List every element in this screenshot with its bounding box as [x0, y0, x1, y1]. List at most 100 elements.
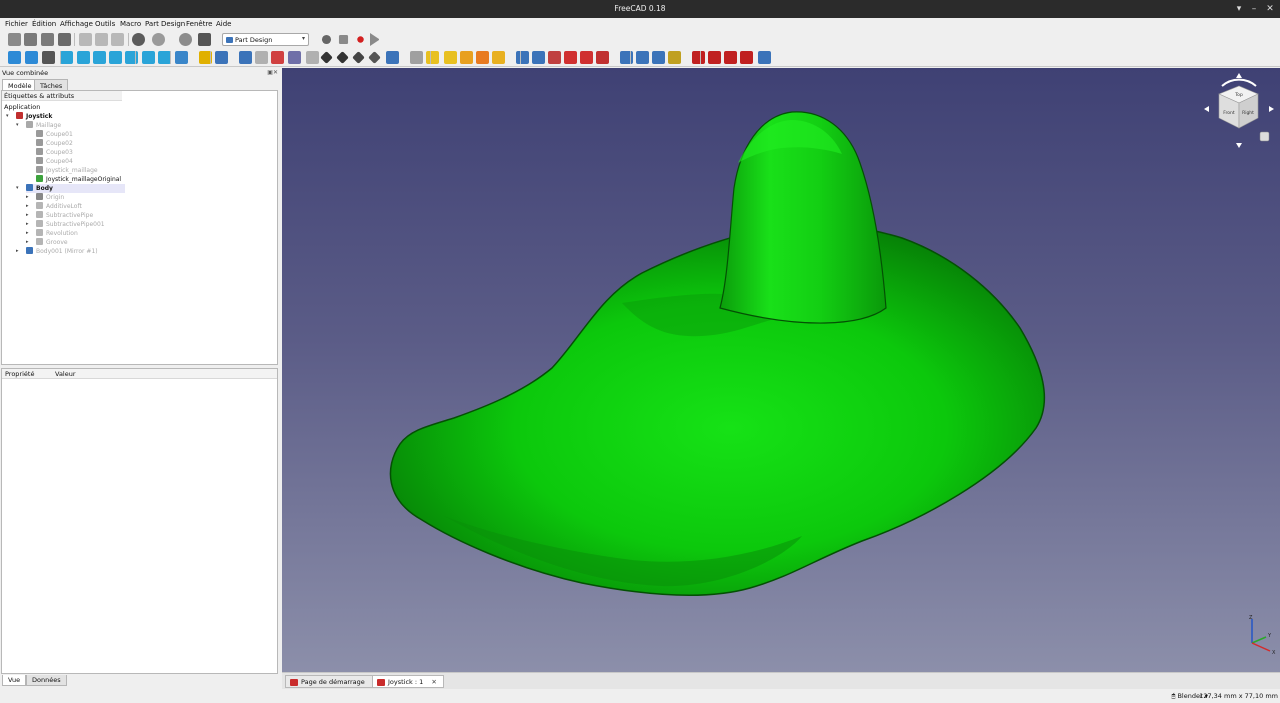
tree-expander-icon[interactable]: ▸ — [26, 193, 29, 202]
bottom-view-icon[interactable] — [142, 51, 155, 64]
cut-icon[interactable] — [79, 33, 92, 46]
rear-view-icon[interactable] — [125, 51, 138, 64]
chamfer-icon[interactable] — [708, 51, 721, 64]
groove-icon[interactable] — [548, 51, 561, 64]
tree-expander-icon[interactable]: ▸ — [26, 211, 29, 220]
isometric-view-icon[interactable] — [60, 51, 73, 64]
nav-up-arrow-icon[interactable] — [1236, 73, 1242, 78]
map-sketch-icon[interactable] — [271, 51, 284, 64]
fit-all-icon[interactable] — [8, 51, 21, 64]
tree-item[interactable]: SubtractivePipe001 — [36, 220, 105, 229]
datum-point-icon[interactable] — [320, 51, 333, 64]
tree-item[interactable]: Revolution — [36, 229, 78, 238]
menu-macro[interactable]: Macro — [120, 20, 141, 28]
tree-item[interactable]: SubtractivePipe — [36, 211, 93, 220]
subtractive-loft-icon[interactable] — [564, 51, 577, 64]
tree-expander-icon[interactable]: ▸ — [26, 238, 29, 247]
nav-left-arrow-icon[interactable] — [1204, 106, 1209, 112]
run-macro-icon[interactable] — [370, 33, 379, 46]
save-icon[interactable] — [41, 33, 54, 46]
tree-item[interactable]: Maillage — [26, 121, 61, 130]
panel-float-close-icon[interactable]: ▣✕ — [267, 69, 278, 76]
tree-item[interactable]: Joystick — [16, 112, 52, 121]
view-menu-icon[interactable] — [1259, 131, 1270, 142]
minimize-button[interactable]: – — [1248, 3, 1260, 15]
shape-binder-icon[interactable] — [386, 51, 399, 64]
joystick-mesh-model[interactable] — [389, 111, 1046, 597]
revolution-icon[interactable] — [444, 51, 457, 64]
refresh-icon[interactable] — [179, 33, 192, 46]
subtractive-pipe-icon[interactable] — [580, 51, 593, 64]
stop-macro-icon[interactable] — [338, 34, 349, 45]
hole-icon[interactable] — [532, 51, 545, 64]
tree-expander-icon[interactable]: ▸ — [16, 247, 19, 256]
right-view-icon[interactable] — [109, 51, 122, 64]
rotate-arc[interactable] — [1221, 78, 1257, 87]
validate-sketch-icon[interactable] — [288, 51, 301, 64]
3d-viewport[interactable]: Top Front Right Z Y X — [282, 68, 1280, 672]
macro-editor-icon[interactable] — [357, 36, 364, 43]
polar-pattern-icon[interactable] — [652, 51, 665, 64]
subtractive-primitive-icon[interactable] — [596, 51, 609, 64]
pocket-icon[interactable] — [516, 51, 529, 64]
tree-item[interactable]: Groove — [36, 238, 68, 247]
draw-style-icon[interactable] — [42, 51, 55, 64]
measure-icon[interactable] — [175, 51, 188, 64]
pad-icon[interactable] — [426, 51, 439, 64]
tree-expander-icon[interactable]: ▸ — [26, 202, 29, 211]
additive-primitive-icon[interactable] — [492, 51, 505, 64]
additive-loft-icon[interactable] — [460, 51, 473, 64]
front-view-icon[interactable] — [77, 51, 90, 64]
subshape-binder-icon[interactable] — [410, 51, 423, 64]
tree-item[interactable]: Joystick_maillageOriginal — [36, 175, 121, 184]
open-file-icon[interactable] — [24, 33, 37, 46]
tree-item[interactable]: Body — [26, 184, 125, 193]
property-column-header[interactable]: Propriété — [5, 370, 34, 378]
tree-item[interactable]: Body001 (Mirror #1) — [26, 247, 98, 256]
nav-down-arrow-icon[interactable] — [1236, 143, 1242, 148]
navigation-cube[interactable]: Top Front Right — [1200, 70, 1278, 148]
menu-fenetre[interactable]: Fenêtre — [186, 20, 212, 28]
tab-donnees[interactable]: Données — [26, 675, 67, 686]
value-column-header[interactable]: Valeur — [55, 370, 76, 378]
nav-right-arrow-icon[interactable] — [1269, 106, 1274, 112]
menu-fichier[interactable]: Fichier — [5, 20, 28, 28]
fit-selection-icon[interactable] — [25, 51, 38, 64]
tree-expander-icon[interactable]: ▸ — [26, 220, 29, 229]
menu-part-design[interactable]: Part Design — [145, 20, 185, 28]
tree-expander-icon[interactable]: ▾ — [16, 121, 19, 130]
thickness-icon[interactable] — [740, 51, 753, 64]
boolean-icon[interactable] — [758, 51, 771, 64]
local-cs-icon[interactable] — [368, 51, 381, 64]
tab-modele[interactable]: Modèle — [2, 79, 38, 90]
datum-plane-icon[interactable] — [352, 51, 365, 64]
mirrored-icon[interactable] — [620, 51, 633, 64]
print-icon[interactable] — [58, 33, 71, 46]
tree-item[interactable]: Origin — [36, 193, 64, 202]
whats-this-icon[interactable] — [198, 33, 211, 46]
tree-item[interactable]: Coupe01 — [36, 130, 73, 139]
group-icon[interactable] — [215, 51, 228, 64]
tab-vue[interactable]: Vue — [2, 675, 27, 686]
sketch-icon[interactable] — [255, 51, 268, 64]
new-file-icon[interactable] — [8, 33, 21, 46]
tree-item[interactable]: AdditiveLoft — [36, 202, 82, 211]
close-icon[interactable]: ✕ — [431, 678, 436, 686]
workbench-selector[interactable]: Part Design ▾ — [222, 33, 309, 46]
linear-pattern-icon[interactable] — [636, 51, 649, 64]
tab-joystick[interactable]: Joystick : 1 ✕ — [372, 675, 444, 688]
tree-expander-icon[interactable]: ▸ — [26, 229, 29, 238]
top-view-icon[interactable] — [93, 51, 106, 64]
draft-icon[interactable] — [724, 51, 737, 64]
tree-expander-icon[interactable]: ▾ — [16, 184, 19, 193]
tab-taches[interactable]: Tâches — [34, 79, 69, 90]
body-icon[interactable] — [239, 51, 252, 64]
multitransform-icon[interactable] — [668, 51, 681, 64]
additive-pipe-icon[interactable] — [476, 51, 489, 64]
menu-affichage[interactable]: Affichage — [60, 20, 93, 28]
tree-item[interactable]: Coupe02 — [36, 139, 73, 148]
tree-item[interactable]: Joystick_maillage — [36, 166, 98, 175]
datum-line-icon[interactable] — [336, 51, 349, 64]
tree-item[interactable]: Coupe03 — [36, 148, 73, 157]
copy-icon[interactable] — [95, 33, 108, 46]
